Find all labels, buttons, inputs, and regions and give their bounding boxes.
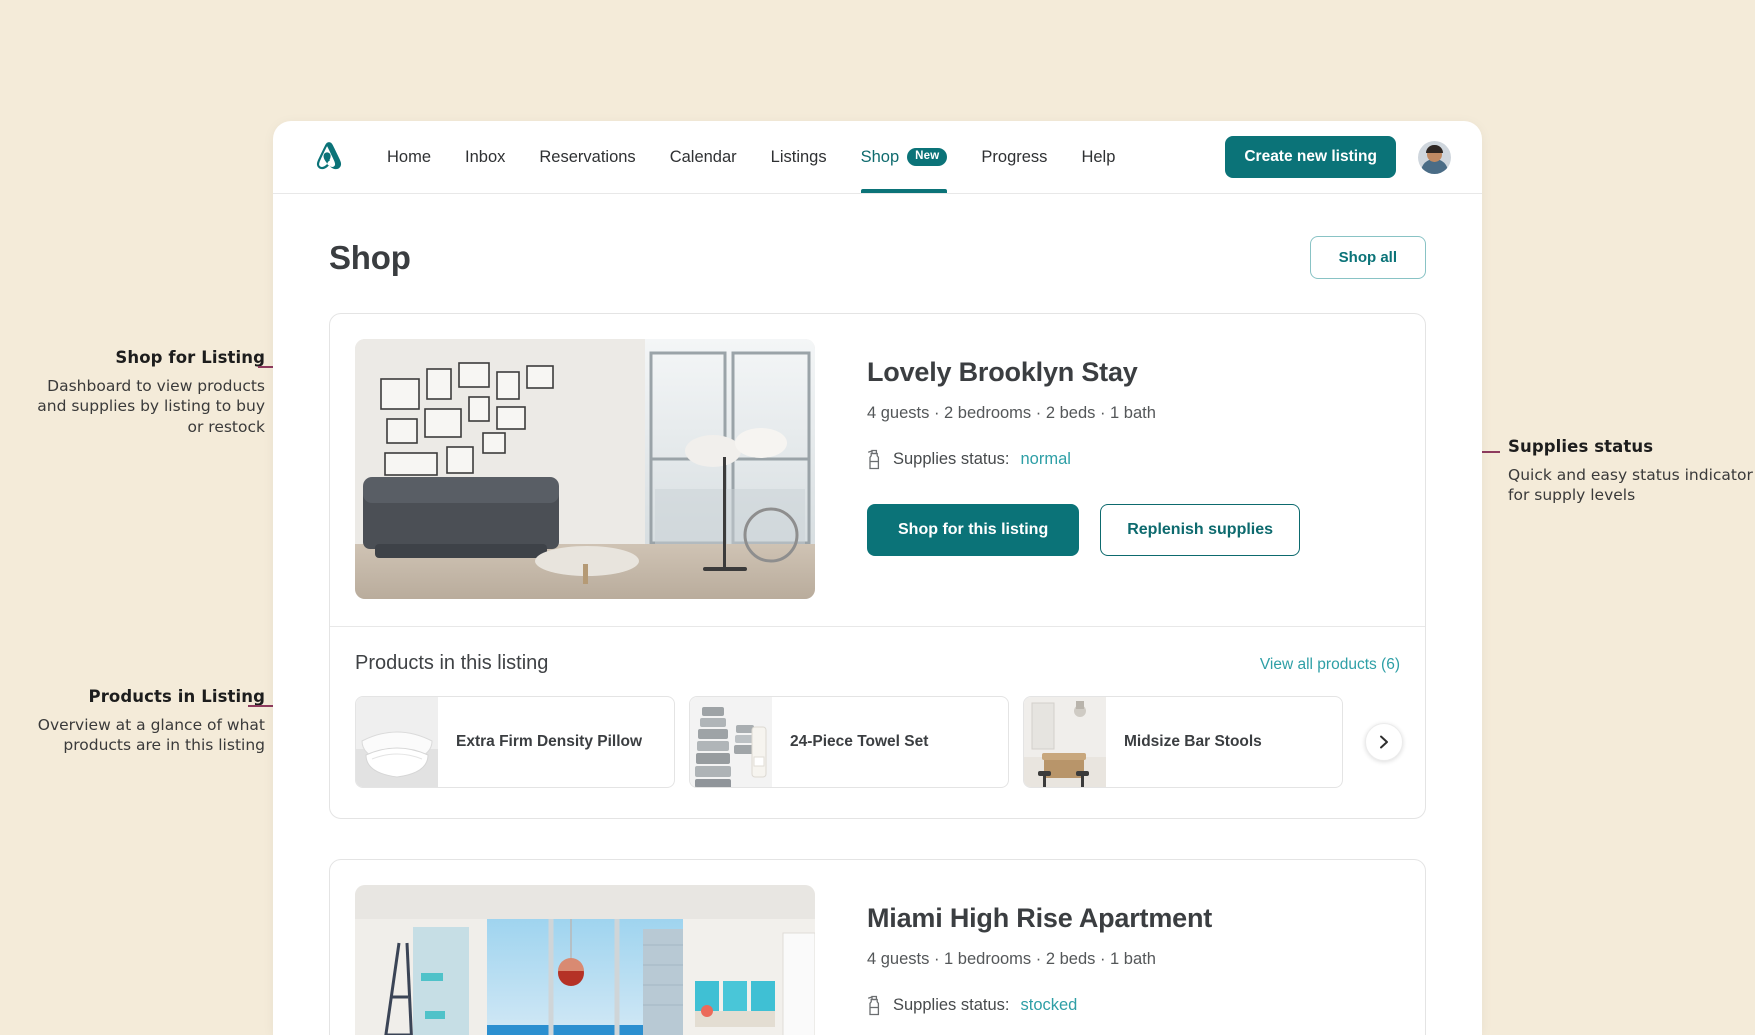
nav-links: Home Inbox Reservations Calendar Listing… (370, 121, 1132, 193)
chevron-right-icon (1377, 735, 1391, 749)
avatar-glasses (1427, 151, 1442, 156)
spray-bottle-icon (867, 995, 882, 1016)
annotation-title: Shop for Listing (115, 348, 265, 367)
nav-item-label: Progress (981, 147, 1048, 166)
listing-meta: 4 guests · 2 bedrooms · 2 beds · 1 bath (867, 404, 1156, 422)
nav-item-label: Help (1081, 147, 1116, 166)
spray-bottle-icon (867, 449, 882, 470)
annotation-title: Products in Listing (88, 687, 265, 706)
status-badge: stocked (1020, 996, 1078, 1014)
replenish-supplies-button[interactable]: Replenish supplies (1100, 504, 1301, 556)
top-navigation-bar: Home Inbox Reservations Calendar Listing… (273, 121, 1482, 194)
listing-title: Miami High Rise Apartment (867, 903, 1213, 933)
nav-item-inbox[interactable]: Inbox (448, 121, 522, 193)
product-card[interactable]: Midsize Bar Stools (1023, 696, 1343, 788)
nav-item-home[interactable]: Home (370, 121, 448, 193)
app-window: Home Inbox Reservations Calendar Listing… (273, 121, 1482, 1035)
shop-for-this-listing-button[interactable]: Shop for this listing (867, 504, 1080, 556)
supplies-status-label: Supplies status: (893, 450, 1010, 468)
airbnb-logo-icon[interactable] (312, 139, 346, 175)
nav-item-help[interactable]: Help (1064, 121, 1132, 193)
nav-item-label: Shop (860, 147, 900, 166)
listing-meta: 4 guests · 1 bedrooms · 2 beds · 1 bath (867, 950, 1156, 968)
create-new-listing-button[interactable]: Create new listing (1225, 136, 1396, 178)
carousel-next-button[interactable] (1365, 723, 1403, 761)
nav-item-label: Listings (770, 147, 827, 166)
supplies-status-row: Supplies status: normal (867, 449, 1400, 470)
user-avatar[interactable] (1418, 140, 1451, 174)
bar-stools-thumbnail (1024, 697, 1106, 787)
products-section-title: Products in this listing (355, 652, 549, 674)
annotation-title: Supplies status (1508, 437, 1654, 456)
products-carousel: Extra Firm Density Pillow 24-Piece Towel… (355, 696, 1403, 788)
nav-item-reservations[interactable]: Reservations (522, 121, 652, 193)
listing-summary: Miami High Rise Apartment 4 guests · 1 b… (330, 860, 1425, 1035)
nav-item-label: Calendar (669, 147, 737, 166)
supplies-status-label: Supplies status: (893, 996, 1010, 1014)
shop-all-button[interactable]: Shop all (1309, 236, 1426, 279)
nav-item-label: Home (387, 147, 432, 166)
towel-set-thumbnail (690, 697, 772, 787)
annotation-products-in-listing: Products in Listing Overview at a glance… (25, 687, 265, 756)
nav-right-actions: Create new listing (1225, 136, 1451, 178)
annotation-supplies-status: Supplies status Quick and easy status in… (1508, 437, 1755, 506)
listing-action-buttons: Shop for this listing Replenish supplies (867, 504, 1400, 556)
annotation-body: Quick and easy status indicator for supp… (1508, 466, 1753, 505)
new-badge: New (907, 148, 948, 166)
nav-item-progress[interactable]: Progress (964, 121, 1064, 193)
annotation-body: Overview at a glance of what products ar… (37, 716, 265, 755)
listing-info: Miami High Rise Apartment 4 guests · 1 b… (867, 885, 1400, 1035)
listing-summary: Lovely Brooklyn Stay 4 guests · 2 bedroo… (330, 314, 1425, 626)
page-title: Shop (329, 238, 411, 276)
supplies-status-row: Supplies status: stocked (867, 995, 1400, 1016)
pillow-thumbnail (356, 697, 438, 787)
listing-info: Lovely Brooklyn Stay 4 guests · 2 bedroo… (867, 339, 1400, 599)
status-badge: normal (1020, 450, 1071, 468)
products-in-listing-section: Products in this listing View all produc… (330, 626, 1425, 818)
product-name: 24-Piece Towel Set (790, 733, 929, 750)
listing-title: Lovely Brooklyn Stay (867, 357, 1138, 387)
annotation-body: Dashboard to view products and supplies … (37, 377, 265, 436)
listing-card-miami-high-rise-apartment: Miami High Rise Apartment 4 guests · 1 b… (329, 859, 1426, 1035)
listing-card-lovely-brooklyn-stay: Lovely Brooklyn Stay 4 guests · 2 bedroo… (329, 313, 1426, 819)
nav-item-listings[interactable]: Listings (754, 121, 844, 193)
nav-item-label: Inbox (465, 147, 506, 166)
page-header: Shop Shop all (329, 236, 1426, 279)
listing-photo[interactable] (355, 885, 815, 1035)
nav-item-shop[interactable]: Shop New (844, 121, 965, 193)
nav-item-label: Reservations (539, 147, 636, 166)
product-card[interactable]: 24-Piece Towel Set (689, 696, 1009, 788)
page-content: Shop Shop all Lovely Brooklyn Stay 4 gue… (273, 194, 1482, 1035)
products-header: Products in this listing View all produc… (355, 652, 1400, 675)
listing-photo[interactable] (355, 339, 815, 599)
product-card[interactable]: Extra Firm Density Pillow (355, 696, 675, 788)
nav-item-calendar[interactable]: Calendar (653, 121, 754, 193)
annotation-shop-for-listing: Shop for Listing Dashboard to view produ… (25, 348, 265, 437)
view-all-products-link[interactable]: View all products (6) (1260, 656, 1400, 674)
product-name: Extra Firm Density Pillow (456, 733, 643, 750)
product-name: Midsize Bar Stools (1124, 733, 1262, 750)
